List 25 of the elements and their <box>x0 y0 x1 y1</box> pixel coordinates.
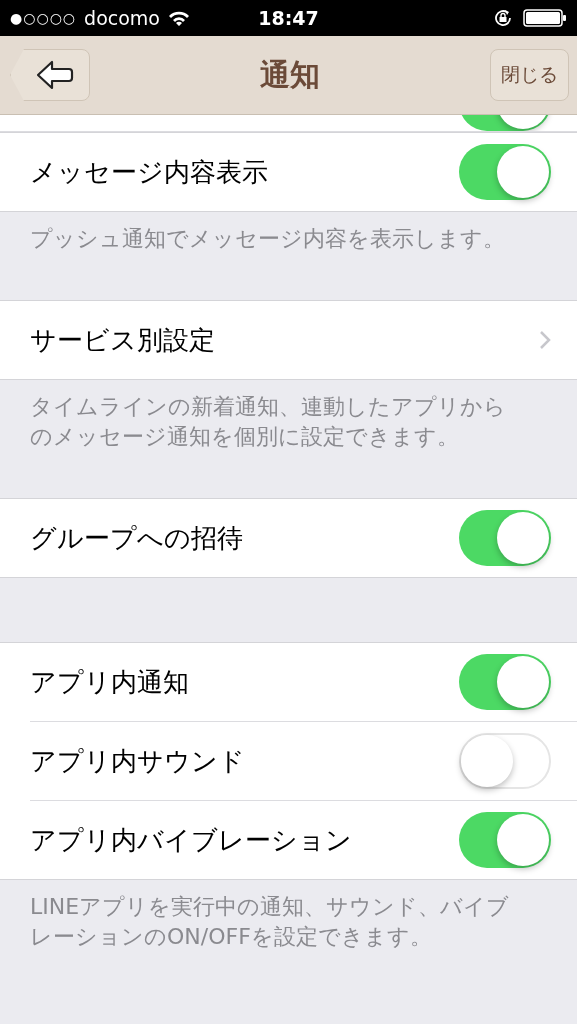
section-footer-text: タイムラインの新着通知、連動したアプリからのメッセージ通知を個別に設定できます。 <box>29 393 507 451</box>
setting-label: アプリ内サウンド <box>30 744 245 778</box>
section-footer-text: プッシュ通知でメッセージ内容を表示します。 <box>29 225 506 253</box>
setting-label: メッセージ内容表示 <box>30 155 268 189</box>
setting-label: アプリ内通知 <box>30 665 189 699</box>
clock-time: 18:47 <box>258 7 319 29</box>
back-button[interactable] <box>10 49 90 101</box>
close-button[interactable]: 閉じる <box>490 49 569 101</box>
back-arrow-icon <box>36 60 74 90</box>
setting-label: グループへの招待 <box>30 521 243 555</box>
toggle-switch[interactable] <box>459 812 551 868</box>
section-footer-text: LINEアプリを実行中の通知、サウンド、バイブレーションのON/OFFを設定できます。 <box>29 893 511 951</box>
page-title: 通知 <box>260 55 320 94</box>
rotation-lock-icon <box>493 8 513 28</box>
toggle-switch[interactable] <box>459 733 551 789</box>
chevron-icon[interactable] <box>539 330 551 350</box>
battery-icon <box>523 9 567 27</box>
toggle-switch[interactable] <box>459 510 551 566</box>
setting-label: サービス別設定 <box>30 323 215 357</box>
carrier-name: docomo <box>84 7 160 29</box>
wifi-icon <box>168 10 190 26</box>
toggle-switch[interactable] <box>459 144 551 200</box>
setting-label: アプリ内バイブレーション <box>30 823 352 857</box>
signal-dots: ●○○○○ <box>10 10 77 26</box>
toggle-switch[interactable] <box>459 654 551 710</box>
